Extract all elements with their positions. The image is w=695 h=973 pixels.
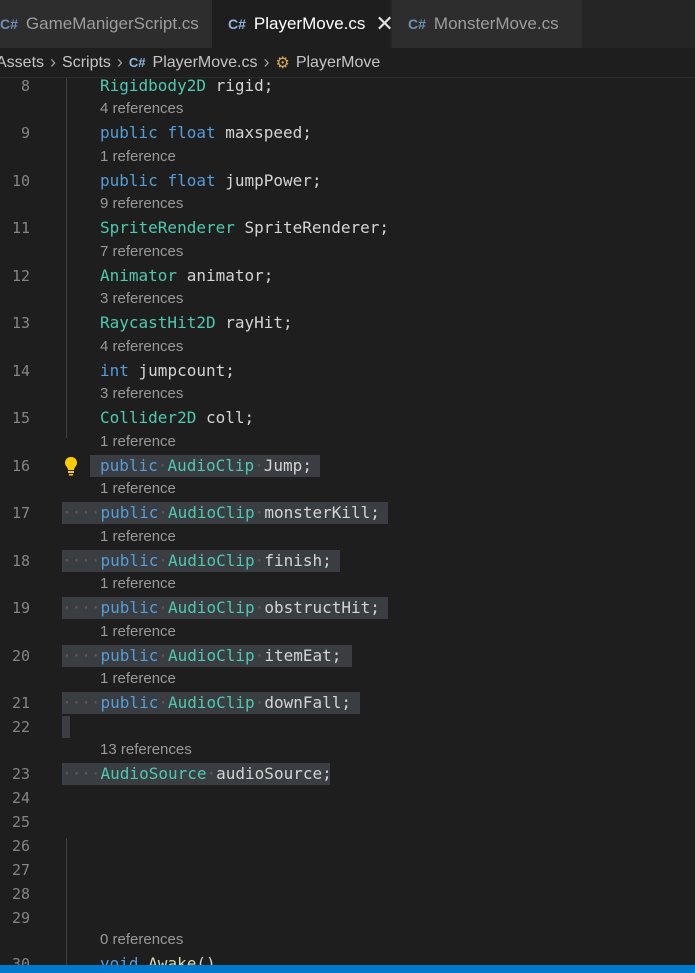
csharp-icon: C#: [228, 16, 246, 32]
tab-label: GameManigerScript.cs: [25, 14, 199, 33]
csharp-icon: C#: [128, 55, 146, 70]
line-number: 22: [11, 718, 30, 736]
code-editor[interactable]: 8 Rigidbody2D rigid; 4 references 9 public f…: [0, 78, 695, 965]
breadcrumb-symbol[interactable]: PlayerMove: [296, 54, 380, 72]
line-number: 17: [11, 504, 30, 522]
line-number: 9: [20, 124, 30, 142]
status-bar: [0, 965, 695, 973]
codelens-references[interactable]: 1 reference: [100, 433, 176, 451]
tab-label: PlayerMove.cs: [253, 14, 366, 33]
codelens-references[interactable]: 1 reference: [100, 528, 176, 546]
line-number: 21: [11, 694, 30, 712]
code-line: ····public·AudioClip·downFall;: [62, 693, 352, 712]
line-number: 19: [11, 599, 30, 617]
indent-guide: [66, 838, 67, 965]
tab-bar: C# GameManigerScript.cs C# PlayerMove.cs…: [0, 0, 695, 48]
csharp-icon: C#: [0, 16, 18, 32]
codelens-references[interactable]: 1 reference: [100, 575, 176, 593]
line-number: 26: [11, 837, 30, 855]
line-number: 10: [11, 172, 30, 190]
line-number: 25: [11, 813, 30, 831]
chevron-right-icon: ›: [116, 52, 123, 72]
code-line: Rigidbody2D rigid;: [100, 78, 274, 95]
code-line: Animator animator;: [100, 266, 274, 285]
tab-gamemanigerscript[interactable]: C# GameManigerScript.cs: [0, 0, 212, 48]
selection-highlight: [62, 716, 70, 738]
line-number: 12: [11, 267, 30, 285]
codelens-references[interactable]: 1 reference: [100, 148, 176, 166]
line-number: 24: [11, 789, 30, 807]
line-number: 27: [11, 861, 30, 879]
chevron-right-icon: ›: [263, 52, 270, 72]
codelens-references[interactable]: 7 references: [100, 243, 183, 261]
lightbulb-icon[interactable]: [64, 456, 78, 476]
line-number: 29: [11, 909, 30, 927]
tab-monstermove[interactable]: C# MonsterMove.cs: [392, 0, 582, 48]
line-number: 20: [11, 647, 30, 665]
tab-playermove[interactable]: C# PlayerMove.cs ✕: [212, 0, 394, 48]
codelens-references[interactable]: 4 references: [100, 338, 183, 356]
code-line: SpriteRenderer SpriteRenderer;: [100, 218, 389, 237]
code-line: ····public·AudioClip·itemEat;: [62, 646, 342, 665]
breadcrumb-file[interactable]: PlayerMove.cs: [153, 54, 258, 72]
tab-label: MonsterMove.cs: [433, 14, 559, 33]
breadcrumb-scripts[interactable]: Scripts: [62, 54, 111, 72]
line-number: 16: [11, 457, 30, 475]
codelens-references[interactable]: 13 references: [100, 741, 192, 759]
line-number: 23: [11, 765, 30, 783]
codelens-references[interactable]: 1 reference: [100, 670, 176, 688]
class-symbol-icon: ⚙: [275, 54, 290, 72]
codelens-references[interactable]: 3 references: [100, 385, 183, 403]
code-line: public float maxspeed;: [100, 123, 312, 142]
codelens-references[interactable]: 1 reference: [100, 623, 176, 641]
code-line: ····public·AudioClip·monsterKill;: [62, 503, 380, 522]
codelens-references[interactable]: 9 references: [100, 195, 183, 213]
line-number: 8: [20, 78, 30, 95]
line-number: 11: [11, 219, 30, 237]
code-line: public·AudioClip·Jump;: [100, 456, 312, 475]
code-line: RaycastHit2D rayHit;: [100, 313, 293, 332]
code-line: int jumpcount;: [100, 361, 235, 380]
code-line: ····public·AudioClip·obstructHit;: [62, 598, 380, 617]
code-line: Collider2D coll;: [100, 408, 255, 427]
line-number: 30: [11, 955, 30, 965]
line-number: 18: [11, 552, 30, 570]
indent-guide: [66, 78, 67, 438]
codelens-references[interactable]: 1 reference: [100, 480, 176, 498]
line-number: 28: [11, 885, 30, 903]
codelens-references[interactable]: 4 references: [100, 100, 183, 118]
line-number: 13: [11, 314, 30, 332]
breadcrumb-assets[interactable]: Assets: [0, 54, 44, 72]
code-line: public float jumpPower;: [100, 171, 322, 190]
csharp-icon: C#: [408, 16, 426, 32]
line-number: 14: [11, 362, 30, 380]
breadcrumb: Assets › Scripts › C# PlayerMove.cs › ⚙ …: [0, 48, 695, 78]
code-line: void Awake(): [100, 954, 216, 965]
codelens-references[interactable]: 0 references: [100, 931, 183, 949]
line-number: 15: [11, 409, 30, 427]
chevron-right-icon: ›: [50, 52, 57, 72]
codelens-references[interactable]: 3 references: [100, 290, 183, 308]
code-line: ····AudioSource·audioSource;: [62, 764, 332, 783]
code-line: ····public·AudioClip·finish;: [62, 551, 332, 570]
